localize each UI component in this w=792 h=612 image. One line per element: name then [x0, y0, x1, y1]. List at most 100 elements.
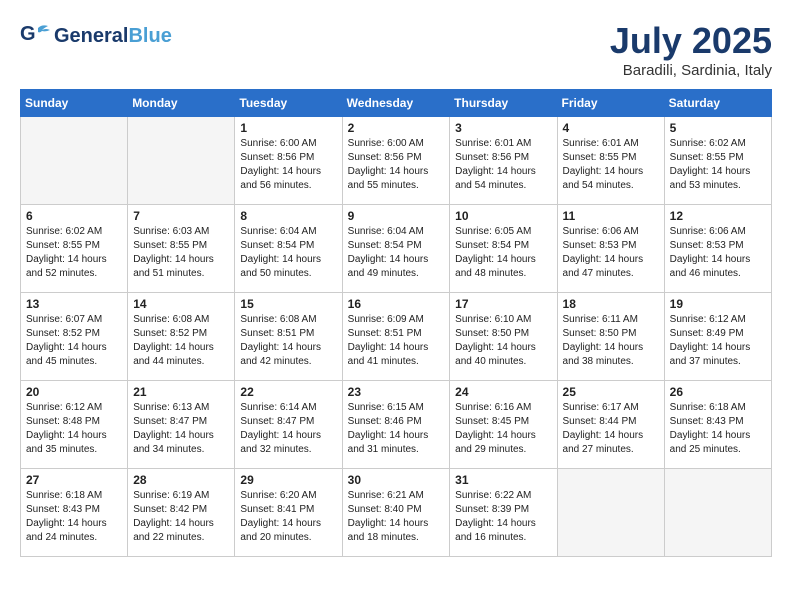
calendar-cell: 1 Sunrise: 6:00 AM Sunset: 8:56 PM Daylig… — [235, 117, 342, 205]
calendar-cell: 20Sunrise: 6:12 AM Sunset: 8:48 PM Dayli… — [21, 381, 128, 469]
day-info: Sunrise: 6:12 AM Sunset: 8:49 PM Dayligh… — [670, 313, 766, 369]
day-info: Sunrise: 6:19 AM Sunset: 8:42 PM Dayligh… — [133, 489, 229, 545]
location: Baradili, Sardinia, Italy — [610, 62, 772, 79]
calendar-cell: 7 Sunrise: 6:03 AM Sunset: 8:55 PM Daylig… — [128, 205, 235, 293]
day-number: 31 — [455, 473, 551, 487]
svg-text:G: G — [20, 23, 36, 45]
day-info: Sunrise: 6:14 AM Sunset: 8:47 PM Dayligh… — [240, 401, 336, 457]
day-number: 14 — [133, 297, 229, 311]
calendar-cell: 12 Sunrise: 6:06 AM Sunset: 8:53 PM Dayli… — [664, 205, 771, 293]
day-of-week-header: Monday — [128, 90, 235, 117]
day-info: Sunrise: 6:04 AM Sunset: 8:54 PM Dayligh… — [240, 225, 336, 281]
day-info: Sunrise: 6:04 AM Sunset: 8:54 PM Dayligh… — [348, 225, 445, 281]
calendar-cell: 6 Sunrise: 6:02 AM Sunset: 8:55 PM Daylig… — [21, 205, 128, 293]
day-info: Sunrise: 6:13 AM Sunset: 8:47 PM Dayligh… — [133, 401, 229, 457]
calendar-cell: 4 Sunrise: 6:01 AM Sunset: 8:55 PM Daylig… — [557, 117, 664, 205]
day-info: Sunrise: 6:16 AM Sunset: 8:45 PM Dayligh… — [455, 401, 551, 457]
day-number: 16 — [348, 297, 445, 311]
calendar-cell: 22 Sunrise: 6:14 AM Sunset: 8:47 PM Dayli… — [235, 381, 342, 469]
day-info: Sunrise: 6:11 AM Sunset: 8:50 PM Dayligh… — [563, 313, 659, 369]
day-info: Sunrise: 6:09 AM Sunset: 8:51 PM Dayligh… — [348, 313, 445, 369]
day-info: Sunrise: 6:15 AM Sunset: 8:46 PM Dayligh… — [348, 401, 445, 457]
calendar-cell: 5 Sunrise: 6:02 AM Sunset: 8:55 PM Daylig… — [664, 117, 771, 205]
day-info: Sunrise: 6:10 AM Sunset: 8:50 PM Dayligh… — [455, 313, 551, 369]
day-of-week-header: Sunday — [21, 90, 128, 117]
day-number: 5 — [670, 121, 766, 135]
calendar-cell: 17 Sunrise: 6:10 AM Sunset: 8:50 PM Dayli… — [450, 293, 557, 381]
calendar-cell: 21 Sunrise: 6:13 AM Sunset: 8:47 PM Dayli… — [128, 381, 235, 469]
day-info: Sunrise: 6:20 AM Sunset: 8:41 PM Dayligh… — [240, 489, 336, 545]
day-number: 25 — [563, 385, 659, 399]
calendar-cell: 23 Sunrise: 6:15 AM Sunset: 8:46 PM Dayli… — [342, 381, 450, 469]
day-of-week-header: Saturday — [664, 90, 771, 117]
day-number: 23 — [348, 385, 445, 399]
calendar-cell — [21, 117, 128, 205]
day-number: 3 — [455, 121, 551, 135]
day-info: Sunrise: 6:00 AM Sunset: 8:56 PM Dayligh… — [348, 137, 445, 193]
calendar-cell: 8Sunrise: 6:04 AM Sunset: 8:54 PM Daylig… — [235, 205, 342, 293]
calendar-cell: 15 Sunrise: 6:08 AM Sunset: 8:51 PM Dayli… — [235, 293, 342, 381]
calendar-cell: 30 Sunrise: 6:21 AM Sunset: 8:40 PM Dayli… — [342, 469, 450, 557]
calendar-cell: 3 Sunrise: 6:01 AM Sunset: 8:56 PM Daylig… — [450, 117, 557, 205]
day-number: 6 — [26, 209, 122, 223]
calendar-cell: 31 Sunrise: 6:22 AM Sunset: 8:39 PM Dayli… — [450, 469, 557, 557]
day-info: Sunrise: 6:00 AM Sunset: 8:56 PM Dayligh… — [240, 137, 336, 193]
day-number: 4 — [563, 121, 659, 135]
day-info: Sunrise: 6:03 AM Sunset: 8:55 PM Dayligh… — [133, 225, 229, 281]
calendar-week-row: 27 Sunrise: 6:18 AM Sunset: 8:43 PM Dayli… — [21, 469, 772, 557]
day-number: 27 — [26, 473, 122, 487]
calendar-cell: 10Sunrise: 6:05 AM Sunset: 8:54 PM Dayli… — [450, 205, 557, 293]
day-number: 26 — [670, 385, 766, 399]
day-number: 12 — [670, 209, 766, 223]
day-number: 2 — [348, 121, 445, 135]
calendar-body: 1 Sunrise: 6:00 AM Sunset: 8:56 PM Daylig… — [21, 117, 772, 557]
calendar-cell: 18 Sunrise: 6:11 AM Sunset: 8:50 PM Dayli… — [557, 293, 664, 381]
day-of-week-header: Wednesday — [342, 90, 450, 117]
day-info: Sunrise: 6:12 AM Sunset: 8:48 PM Dayligh… — [26, 401, 122, 457]
day-number: 29 — [240, 473, 336, 487]
day-number: 21 — [133, 385, 229, 399]
day-info: Sunrise: 6:02 AM Sunset: 8:55 PM Dayligh… — [26, 225, 122, 281]
month-year: July 2025 — [610, 20, 772, 62]
calendar-header-row: SundayMondayTuesdayWednesdayThursdayFrid… — [21, 90, 772, 117]
day-info: Sunrise: 6:21 AM Sunset: 8:40 PM Dayligh… — [348, 489, 445, 545]
calendar-cell: 16 Sunrise: 6:09 AM Sunset: 8:51 PM Dayli… — [342, 293, 450, 381]
day-number: 18 — [563, 297, 659, 311]
day-info: Sunrise: 6:06 AM Sunset: 8:53 PM Dayligh… — [670, 225, 766, 281]
title-block: July 2025 Baradili, Sardinia, Italy — [610, 20, 772, 79]
day-number: 11 — [563, 209, 659, 223]
calendar-cell: 2 Sunrise: 6:00 AM Sunset: 8:56 PM Daylig… — [342, 117, 450, 205]
calendar-header: SundayMondayTuesdayWednesdayThursdayFrid… — [21, 90, 772, 117]
day-info: Sunrise: 6:08 AM Sunset: 8:51 PM Dayligh… — [240, 313, 336, 369]
day-number: 7 — [133, 209, 229, 223]
calendar-cell — [664, 469, 771, 557]
calendar-table: SundayMondayTuesdayWednesdayThursdayFrid… — [20, 89, 772, 557]
calendar-cell: 9Sunrise: 6:04 AM Sunset: 8:54 PM Daylig… — [342, 205, 450, 293]
logo-icon: G — [20, 20, 52, 52]
calendar-cell: 28Sunrise: 6:19 AM Sunset: 8:42 PM Dayli… — [128, 469, 235, 557]
day-info: Sunrise: 6:01 AM Sunset: 8:55 PM Dayligh… — [563, 137, 659, 193]
page-header: G GeneralBlue July 2025 Baradili, Sardin… — [20, 20, 772, 79]
calendar-week-row: 13Sunrise: 6:07 AM Sunset: 8:52 PM Dayli… — [21, 293, 772, 381]
calendar-week-row: 20Sunrise: 6:12 AM Sunset: 8:48 PM Dayli… — [21, 381, 772, 469]
day-number: 10 — [455, 209, 551, 223]
day-of-week-header: Thursday — [450, 90, 557, 117]
calendar-cell: 24Sunrise: 6:16 AM Sunset: 8:45 PM Dayli… — [450, 381, 557, 469]
day-number: 15 — [240, 297, 336, 311]
calendar-cell: 19 Sunrise: 6:12 AM Sunset: 8:49 PM Dayli… — [664, 293, 771, 381]
day-number: 19 — [670, 297, 766, 311]
logo: G GeneralBlue — [20, 20, 172, 52]
day-info: Sunrise: 6:08 AM Sunset: 8:52 PM Dayligh… — [133, 313, 229, 369]
calendar-week-row: 1 Sunrise: 6:00 AM Sunset: 8:56 PM Daylig… — [21, 117, 772, 205]
day-number: 1 — [240, 121, 336, 135]
day-info: Sunrise: 6:22 AM Sunset: 8:39 PM Dayligh… — [455, 489, 551, 545]
day-info: Sunrise: 6:18 AM Sunset: 8:43 PM Dayligh… — [26, 489, 122, 545]
day-number: 22 — [240, 385, 336, 399]
calendar-cell: 13Sunrise: 6:07 AM Sunset: 8:52 PM Dayli… — [21, 293, 128, 381]
day-info: Sunrise: 6:02 AM Sunset: 8:55 PM Dayligh… — [670, 137, 766, 193]
day-number: 17 — [455, 297, 551, 311]
day-number: 13 — [26, 297, 122, 311]
day-info: Sunrise: 6:01 AM Sunset: 8:56 PM Dayligh… — [455, 137, 551, 193]
day-number: 30 — [348, 473, 445, 487]
day-of-week-header: Friday — [557, 90, 664, 117]
